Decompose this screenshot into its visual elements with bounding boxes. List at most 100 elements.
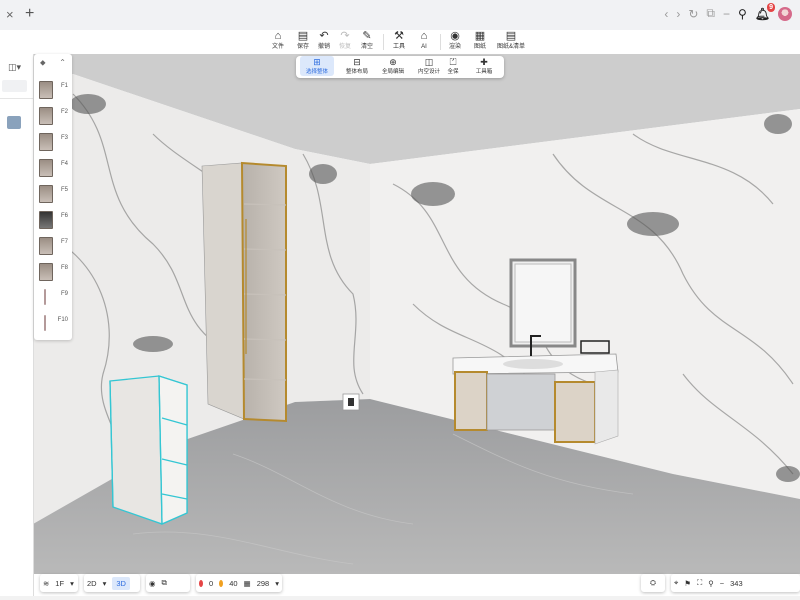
item-count: 298	[256, 578, 270, 588]
camera-icon: ⛭	[650, 578, 656, 587]
floor-value: 1F	[55, 578, 65, 588]
cabinet-thumbnail	[39, 81, 53, 99]
interior-icon: ◫	[424, 57, 434, 67]
floor-item[interactable]: F3	[34, 130, 72, 156]
undo-icon: ↶	[319, 30, 329, 42]
floor-label: F1	[60, 83, 68, 89]
save-icon: ▤	[297, 30, 309, 42]
whole-layout-button[interactable]: ⊟ 整体布局	[340, 56, 374, 76]
view-2d-option[interactable]: 2D	[87, 579, 97, 588]
notification-badge: 9	[767, 2, 775, 12]
cabinet-thumbnail	[39, 211, 53, 229]
minimize-icon[interactable]: −	[723, 7, 730, 21]
render-icon: ◉	[450, 30, 460, 42]
layout-toggle-icon[interactable]: ◫▾	[8, 62, 21, 73]
close-tab-icon[interactable]: ×	[6, 7, 14, 22]
back-icon[interactable]: ‹	[664, 7, 668, 21]
3d-viewport[interactable]	[33, 54, 800, 574]
zoom-out-icon[interactable]: −	[720, 579, 724, 588]
notification-icon[interactable]: 🔔︎ 9	[755, 2, 775, 21]
floor-item[interactable]: F1	[34, 78, 72, 104]
panel-divider	[0, 98, 33, 99]
error-icon	[199, 579, 204, 587]
floor-label: F4	[60, 161, 68, 167]
floor-label: F6	[60, 213, 68, 219]
toolbox-button[interactable]: ✚ 工具箱	[468, 56, 500, 76]
measure-icon[interactable]: ⌖	[674, 578, 678, 588]
floor-item[interactable]: F10	[34, 312, 72, 338]
whole-layout-label: 整体布局	[345, 69, 368, 75]
floor-item[interactable]: F9	[34, 286, 72, 312]
status-counters[interactable]: 0 40 ▦ 298 ▾	[196, 574, 282, 592]
eye-icon[interactable]: ◉	[149, 579, 156, 588]
copy-icon[interactable]: ⧉	[706, 6, 715, 21]
panel-thumbnail	[44, 289, 46, 305]
folder-icon[interactable]	[7, 116, 21, 129]
cabinet-thumbnail	[39, 159, 53, 177]
panel-search[interactable]	[2, 80, 27, 92]
floor-item[interactable]: F6	[34, 208, 72, 234]
floor-label: F7	[60, 239, 68, 245]
clear-button[interactable]: ✎ 清空	[352, 30, 382, 51]
cabinet-thumbnail	[39, 237, 53, 255]
interior-design-button[interactable]: ◫ 内空设计	[412, 56, 446, 76]
view-mode-switch[interactable]: 2D ▾ 3D	[84, 574, 140, 592]
zoom-search-icon[interactable]: ⚲	[708, 579, 714, 588]
render-label: 渲染	[448, 44, 461, 50]
select-whole-button[interactable]: ⊞ 选择整体	[300, 56, 334, 76]
ai-button[interactable]: ⌂ AI	[409, 30, 439, 51]
floor-item[interactable]: F2	[34, 104, 72, 130]
camera-button[interactable]: ⛭	[641, 574, 665, 592]
avatar[interactable]	[778, 6, 792, 21]
tag-icon[interactable]: ⬥	[40, 58, 46, 68]
floor-list-header: ⬥ ⌃	[34, 58, 72, 68]
outlet-marker[interactable]	[342, 393, 360, 411]
refresh-icon[interactable]: ↻	[688, 7, 698, 21]
select-whole-label: 选择整体	[305, 69, 328, 75]
tall-glass-cabinet[interactable]	[201, 161, 287, 423]
search-icon[interactable]: ⚲	[738, 7, 747, 21]
select-icon: ⊞	[313, 57, 321, 67]
window-controls: ‹ › ↻ ⧉ − ⚲ 🔔︎ 9	[664, 2, 792, 21]
walk-icon[interactable]: ⚑	[684, 579, 691, 588]
left-panel: ◫▾	[0, 54, 34, 600]
drawing-list-button[interactable]: ▤ 图纸&清单	[496, 30, 526, 51]
file-label: 文件	[271, 44, 284, 50]
floor-item[interactable]: F4	[34, 156, 72, 182]
floor-label: F10	[57, 317, 68, 323]
undo-label: 撤销	[317, 44, 330, 50]
vanity-mirror[interactable]	[509, 258, 577, 348]
copy-view-icon[interactable]: ⧉	[162, 578, 167, 588]
visibility-controls: ◉ ⧉	[146, 574, 190, 592]
save-all-button[interactable]: ⏍ 全保	[442, 56, 464, 76]
save-label: 保存	[296, 44, 309, 50]
chevron-down-icon: ▾	[70, 578, 74, 588]
main-toolbar: ⌂ 文件 ▤ 保存 ↶ 撤销 ↷ 恢复 ✎ 清空 ⚒ 工具 ⌂ AI ◉ 渲染 ▦ 图纸 ▤ 图纸&…	[0, 30, 800, 55]
save-all-label: 全保	[447, 69, 459, 75]
floor-item[interactable]: F7	[34, 234, 72, 260]
floor-item[interactable]: F5	[34, 182, 72, 208]
floor-selector[interactable]: ≋ 1F ▾	[40, 574, 78, 592]
chevron-up-icon[interactable]: ⌃	[59, 58, 66, 67]
selected-open-shelf[interactable]	[109, 375, 188, 525]
floor-label: F3	[60, 135, 68, 141]
fit-view-icon[interactable]: ⛶	[697, 578, 702, 588]
zoom-level: 343	[730, 578, 743, 588]
floor-item[interactable]: F8	[34, 260, 72, 286]
sub-toolbar: ⊞ 选择整体 ⊟ 整体布局 ⊕ 全局编辑 ◫ 内空设计 ⏍ 全保 ✚ 工具箱	[296, 56, 504, 78]
drawing-icon: ▦	[474, 30, 486, 42]
global-edit-button[interactable]: ⊕ 全局编辑	[376, 56, 410, 76]
floor-label: F9	[60, 291, 68, 297]
layers-icon: ≋	[43, 578, 50, 588]
forward-icon[interactable]: ›	[676, 7, 680, 21]
layout-icon: ⊟	[353, 57, 361, 67]
ai-label: AI	[421, 44, 427, 50]
toolbox-icon: ✚	[480, 57, 488, 67]
tools-label: 工具	[392, 44, 405, 50]
file-icon: ⌂	[274, 30, 282, 42]
global-edit-label: 全局编辑	[381, 69, 404, 75]
new-tab-icon[interactable]: +	[25, 5, 34, 23]
cabinet-thumbnail	[39, 107, 53, 125]
drawing-button[interactable]: ▦ 图纸	[465, 30, 495, 51]
view-3d-option[interactable]: 3D	[112, 576, 130, 590]
